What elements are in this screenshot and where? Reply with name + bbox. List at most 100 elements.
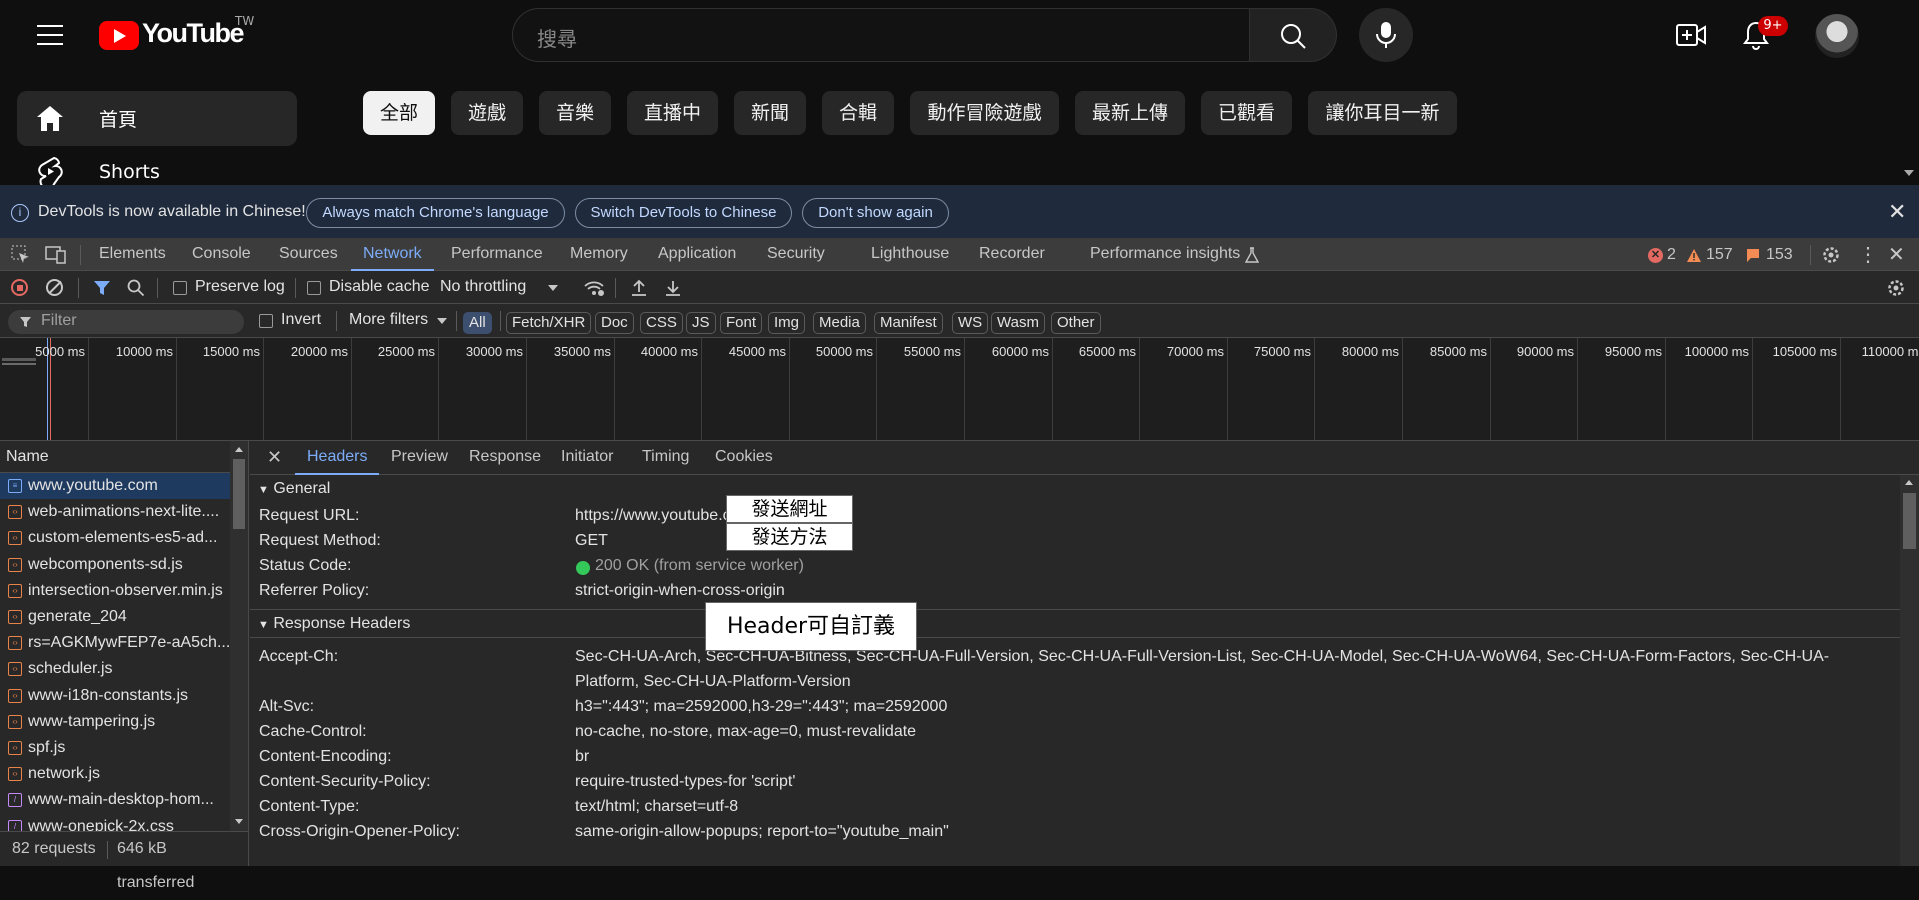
type-filter-fetch-xhr[interactable]: Fetch/XHR	[506, 312, 592, 334]
search-input[interactable]: 搜尋	[537, 23, 577, 52]
issues-count-icon[interactable]	[1746, 248, 1760, 263]
type-filter-font[interactable]: Font	[720, 312, 763, 334]
header-value[interactable]: no-cache, no-store, max-age=0, must-reva…	[575, 723, 916, 741]
request-row[interactable]: ‹› scheduler.js	[0, 656, 230, 682]
chip[interactable]: 動作冒險遊戲	[910, 91, 1059, 135]
create-video-icon[interactable]	[1676, 22, 1706, 48]
request-row[interactable]: / www-main-desktop-hom...	[0, 787, 230, 813]
chip[interactable]: 音樂	[539, 91, 611, 135]
chip[interactable]: 遊戲	[451, 91, 523, 135]
chevron-down-icon[interactable]	[548, 285, 558, 291]
chip[interactable]: 合輯	[822, 91, 894, 135]
chip[interactable]: 已觀看	[1201, 91, 1292, 135]
header-value[interactable]: same-origin-allow-popups; report-to="you…	[575, 823, 949, 841]
request-row[interactable]: ‹› web-animations-next-lite....	[0, 499, 230, 525]
header-value[interactable]: Platform, Sec-CH-UA-Platform-Version	[575, 673, 851, 691]
voice-search-button[interactable]	[1359, 8, 1413, 62]
warning-count-icon[interactable]	[1686, 248, 1702, 263]
preserve-log-checkbox[interactable]	[173, 281, 187, 295]
youtube-logo-icon[interactable]	[99, 21, 139, 50]
type-filter-img[interactable]: Img	[768, 312, 806, 334]
tab-application[interactable]: Application	[658, 238, 736, 271]
chip-all[interactable]: 全部	[363, 91, 435, 135]
issues-count[interactable]: 153	[1766, 246, 1793, 264]
warning-count[interactable]: 157	[1706, 246, 1733, 264]
search-button[interactable]	[1250, 8, 1337, 62]
throttling-select[interactable]: No throttling	[440, 278, 526, 296]
request-row[interactable]: ‹› intersection-observer.min.js	[0, 578, 230, 604]
request-row[interactable]: ≡ www.youtube.com	[0, 473, 230, 499]
device-toolbar-icon[interactable]	[45, 245, 67, 265]
tab-elements[interactable]: Elements	[99, 238, 166, 271]
header-value[interactable]: require-trusted-types-for 'script'	[575, 773, 795, 791]
scrollbar-thumb[interactable]	[233, 459, 245, 529]
type-filter-doc[interactable]: Doc	[595, 312, 634, 334]
avatar[interactable]	[1815, 14, 1859, 58]
menu-icon[interactable]	[37, 25, 63, 45]
export-har-download-icon[interactable]	[665, 279, 681, 297]
chip[interactable]: 新聞	[734, 91, 806, 135]
type-filter-ws[interactable]: WS	[952, 312, 989, 334]
more-filters-dropdown[interactable]: More filters	[349, 311, 428, 329]
scrollbar-thumb[interactable]	[1903, 493, 1916, 549]
type-filter-js[interactable]: JS	[686, 312, 716, 334]
invert-label[interactable]: Invert	[281, 311, 321, 329]
request-row[interactable]: ‹› webcomponents-sd.js	[0, 552, 230, 578]
header-value[interactable]: br	[575, 748, 589, 766]
network-timeline-overview[interactable]: 5000 ms 10000 ms 15000 ms 20000 ms 25000 ms 3…	[0, 338, 1919, 441]
request-row[interactable]: ‹› custom-elements-es5-ad...	[0, 525, 230, 551]
chip[interactable]: 最新上傳	[1075, 91, 1185, 135]
tab-recorder[interactable]: Recorder	[979, 238, 1045, 271]
tab-timing[interactable]: Timing	[642, 441, 689, 475]
type-filter-manifest[interactable]: Manifest	[874, 312, 943, 334]
preserve-log-label[interactable]: Preserve log	[195, 278, 285, 296]
dont-show-again-button[interactable]: Don't show again	[802, 198, 949, 228]
header-value[interactable]: GET	[575, 532, 608, 550]
switch-to-chinese-button[interactable]: Switch DevTools to Chinese	[575, 198, 792, 228]
name-column-header[interactable]: Name	[0, 441, 230, 473]
scroll-down-arrow-icon[interactable]	[1904, 170, 1914, 176]
general-section-header[interactable]: ▼ General	[250, 475, 1900, 503]
type-filter-media[interactable]: Media	[813, 312, 866, 334]
request-row[interactable]: ‹› www-i18n-constants.js	[0, 683, 230, 709]
chip[interactable]: 直播中	[627, 91, 718, 135]
request-row[interactable]: ‹› rs=AGKMywFEP7e-aA5ch...	[0, 630, 230, 656]
status-code-value[interactable]: 200 OK (from service worker)	[595, 557, 804, 575]
tab-performance-insights[interactable]: Performance insights	[1090, 238, 1240, 271]
filter-funnel-icon[interactable]	[93, 280, 111, 296]
record-stop-icon[interactable]	[11, 279, 28, 296]
response-headers-section-header[interactable]: ▼ Response Headers	[250, 609, 1900, 637]
close-detail-icon[interactable]: ✕	[267, 447, 282, 468]
network-conditions-wifi-icon[interactable]	[583, 279, 605, 297]
tab-cookies[interactable]: Cookies	[715, 441, 773, 475]
import-har-upload-icon[interactable]	[631, 279, 647, 297]
tab-initiator[interactable]: Initiator	[561, 441, 613, 475]
youtube-logo-text[interactable]: YouTube	[142, 18, 244, 49]
close-infobar-icon[interactable]: ✕	[1888, 199, 1906, 225]
inspect-element-icon[interactable]	[11, 245, 31, 265]
type-filter-all[interactable]: All	[463, 312, 492, 334]
filter-input[interactable]: Filter	[8, 310, 244, 334]
sidebar-item-home[interactable]: 首頁	[17, 91, 297, 146]
chip[interactable]: 讓你耳目一新	[1308, 91, 1457, 135]
header-value[interactable]: strict-origin-when-cross-origin	[575, 582, 785, 600]
tab-performance[interactable]: Performance	[451, 238, 543, 271]
request-row[interactable]: ‹› network.js	[0, 761, 230, 787]
detail-scrollbar[interactable]	[1900, 475, 1919, 866]
tab-console[interactable]: Console	[192, 238, 251, 271]
request-list-scrollbar[interactable]	[230, 441, 248, 831]
tab-preview[interactable]: Preview	[391, 441, 448, 475]
chevron-down-icon[interactable]	[437, 318, 447, 324]
error-count-icon[interactable]: ✕	[1648, 248, 1663, 263]
tab-lighthouse[interactable]: Lighthouse	[871, 238, 949, 271]
invert-checkbox[interactable]	[259, 314, 273, 328]
settings-gear-icon[interactable]	[1821, 245, 1841, 265]
request-row[interactable]: ‹› www-tampering.js	[0, 709, 230, 735]
disable-cache-checkbox[interactable]	[307, 281, 321, 295]
search-icon[interactable]	[127, 279, 145, 297]
sidebar-item-shorts[interactable]: Shorts	[17, 150, 297, 185]
network-settings-gear-icon[interactable]	[1886, 278, 1906, 298]
more-options-icon[interactable]: ⋮	[1858, 242, 1878, 267]
tab-network[interactable]: Network	[351, 238, 434, 271]
close-devtools-icon[interactable]: ✕	[1888, 242, 1905, 267]
